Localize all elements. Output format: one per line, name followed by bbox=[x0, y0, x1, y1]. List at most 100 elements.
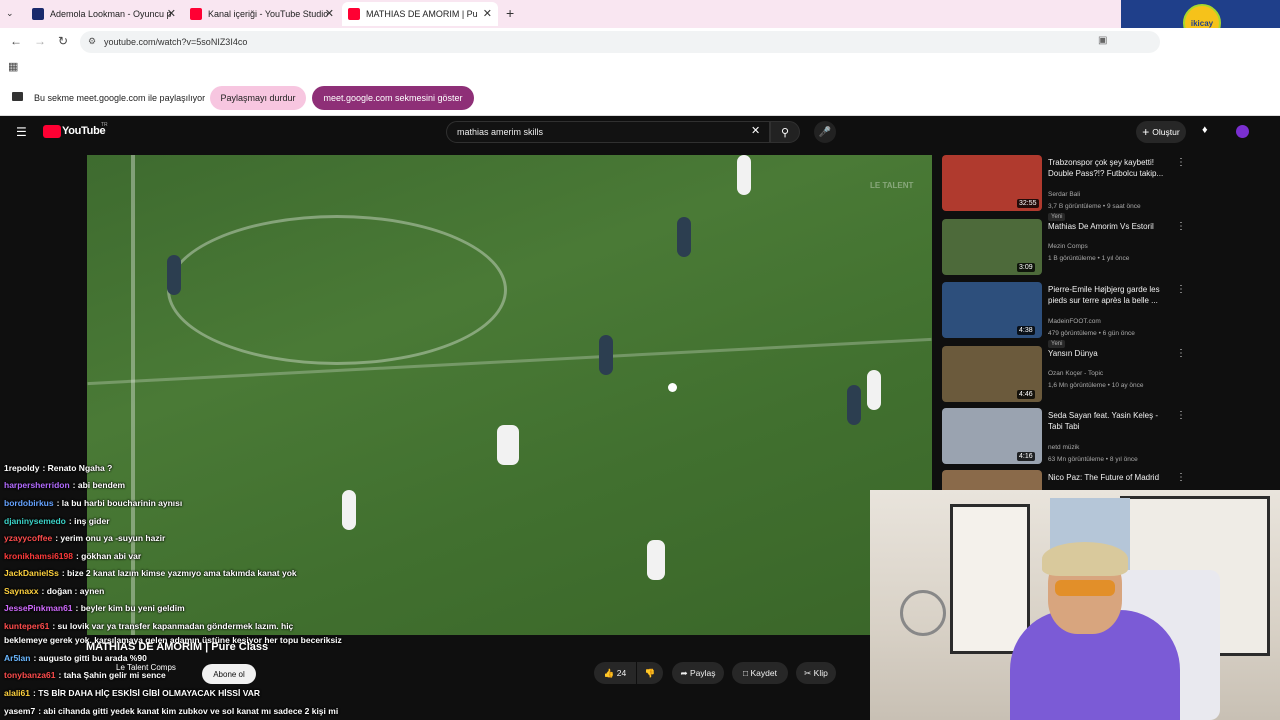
chat-username: djaninysemedo bbox=[4, 516, 66, 526]
youtube-icon bbox=[348, 8, 360, 20]
sofascore-icon bbox=[32, 8, 44, 20]
recommended-video-title[interactable]: Pierre-Emile Højbjerg garde les pieds su… bbox=[1048, 284, 1174, 306]
youtube-logo-text[interactable]: YouTube bbox=[62, 125, 106, 137]
search-input[interactable]: mathias amerim skills bbox=[446, 121, 770, 143]
player bbox=[867, 370, 881, 410]
recommended-meta: 479 görüntüleme • 6 gün önce bbox=[1048, 330, 1135, 337]
scissors-icon: ✂ bbox=[804, 667, 812, 678]
youtube-logo-icon[interactable] bbox=[43, 125, 61, 138]
ikicay-logo-text: ikicay bbox=[1190, 18, 1214, 28]
more-options-icon[interactable]: ⋮ bbox=[1176, 284, 1186, 295]
recommended-video[interactable]: 4:38 Pierre-Emile Højbjerg garde les pied… bbox=[940, 282, 1190, 348]
stop-sharing-button[interactable]: Paylaşmayı durdur bbox=[210, 86, 306, 110]
chat-username: kronikhamsi6198 bbox=[4, 551, 73, 561]
more-options-icon[interactable]: ⋮ bbox=[1176, 157, 1186, 168]
chat-username: bordobirkus bbox=[4, 498, 54, 508]
recommended-video[interactable]: 4:16 Seda Sayan feat. Yasin Keleş - Tabi … bbox=[940, 408, 1190, 468]
site-info-icon[interactable]: ⚙ bbox=[88, 36, 96, 47]
chat-message: harpersherridon: abi bendem bbox=[4, 480, 125, 490]
clear-search-icon[interactable]: ✕ bbox=[751, 124, 760, 137]
more-options-icon[interactable]: ⋮ bbox=[1176, 348, 1186, 359]
close-icon[interactable]: ✕ bbox=[325, 7, 334, 20]
channel-name[interactable]: Le Talent Comps bbox=[116, 663, 176, 672]
url-field[interactable]: ⚙ youtube.com/watch?v=5soNIZ3I4co ▣ bbox=[80, 31, 1160, 53]
close-icon[interactable]: ✕ bbox=[483, 7, 492, 20]
search-button[interactable]: ⚲ bbox=[770, 121, 800, 143]
more-options-icon[interactable]: ⋮ bbox=[1176, 221, 1186, 232]
clip-button[interactable]: ✂ Klip bbox=[796, 662, 836, 684]
share-icon: ➦ bbox=[680, 667, 688, 678]
dislike-icon: 👎 bbox=[644, 667, 656, 678]
chat-message: alali61: TS BİR DAHA HİÇ ESKİSİ GİBİ OLM… bbox=[4, 688, 260, 698]
recommended-channel[interactable]: netd müzik bbox=[1048, 444, 1079, 451]
streamer-hair bbox=[1042, 542, 1128, 576]
subscribe-button[interactable]: Abone ol bbox=[202, 664, 256, 684]
recommended-meta: 1,6 Mn görüntüleme • 10 ay önce bbox=[1048, 382, 1144, 389]
recommended-video[interactable]: 4:46 Yansın Dünya Ozan Koçer - Topic 1,6 Mn… bbox=[940, 346, 1190, 406]
url-text: youtube.com/watch?v=5soNIZ3I4co bbox=[104, 37, 248, 47]
recommended-channel[interactable]: MadeinFOOT.com bbox=[1048, 318, 1101, 325]
avatar[interactable] bbox=[1236, 125, 1249, 138]
forward-icon[interactable]: → bbox=[34, 34, 46, 48]
chat-message: Ar5lan: augusto gitti bu arada %90 bbox=[4, 653, 147, 663]
chat-username: JackDanielSs bbox=[4, 568, 59, 578]
recommended-video[interactable]: 3:09 Mathias De Amorim Vs Estoril Mezin Co… bbox=[940, 219, 1190, 279]
create-button[interactable]: + Oluştur bbox=[1136, 121, 1186, 143]
voice-search-icon[interactable]: 🎤 bbox=[814, 121, 836, 143]
chat-username: tonybanza61 bbox=[4, 670, 56, 680]
recommended-video-title[interactable]: Nico Paz: The Future of Madrid bbox=[1048, 472, 1174, 483]
tab-list-chevron-icon[interactable]: ⌄ bbox=[6, 8, 14, 19]
recommended-video-title[interactable]: Trabzonspor çok şey kaybetti! Double Pas… bbox=[1048, 157, 1174, 179]
clip-label: Klip bbox=[813, 668, 828, 678]
recommended-video[interactable]: 32:55 Trabzonspor çok şey kaybetti! Doubl… bbox=[940, 155, 1190, 221]
player bbox=[167, 255, 181, 295]
like-button[interactable]: 👍 24 bbox=[594, 662, 636, 684]
chat-username: 1repoldy bbox=[4, 463, 40, 473]
player bbox=[677, 217, 691, 257]
back-icon[interactable]: ← bbox=[10, 34, 22, 48]
chat-text: : su lovik var ya transfer kapanmadan gö… bbox=[52, 621, 294, 631]
reload-icon[interactable]: ↻ bbox=[58, 34, 68, 48]
recommended-video-title[interactable]: Seda Sayan feat. Yasin Keleş - Tabi Tabi bbox=[1048, 410, 1174, 432]
apps-grid-icon[interactable]: ▦ bbox=[8, 60, 18, 73]
chat-overlay: 1repoldy: Renato Ngaha ? harpersherridon:… bbox=[0, 460, 360, 720]
tab-2[interactable]: Kanal içeriği - YouTube Studio ✕ bbox=[184, 2, 340, 26]
close-icon[interactable]: ✕ bbox=[167, 7, 176, 20]
webcam-overlay bbox=[870, 490, 1280, 720]
chat-text: : TS BİR DAHA HİÇ ESKİSİ GİBİ OLMAYACAK … bbox=[33, 688, 261, 698]
search-icon: ⚲ bbox=[780, 126, 790, 139]
bookmarks-bar: ▦ bbox=[0, 56, 1280, 78]
tab-1[interactable]: Ademola Lookman - Oyuncu p ✕ bbox=[26, 2, 182, 26]
chat-text: : abi bendem bbox=[72, 480, 126, 490]
new-tab-icon[interactable]: + bbox=[506, 5, 514, 21]
player bbox=[497, 425, 519, 465]
recommended-channel[interactable]: Serdar Bali bbox=[1048, 191, 1080, 198]
more-options-icon[interactable]: ⋮ bbox=[1176, 472, 1186, 483]
video-title: MATHIAS DE AMORIM | Pure Class bbox=[86, 641, 269, 653]
chat-message: Saynaxx: doğan : aynen bbox=[4, 586, 104, 596]
tab-3[interactable]: MATHIAS DE AMORIM | Pu ✕ bbox=[342, 2, 498, 26]
save-button[interactable]: □ Kaydet bbox=[732, 662, 788, 684]
share-button[interactable]: ➦ Paylaş bbox=[672, 662, 724, 684]
chat-username: Ar5lan bbox=[4, 653, 31, 663]
tab-2-label: Kanal içeriği - YouTube Studio bbox=[208, 9, 329, 19]
show-meet-tab-button[interactable]: meet.google.com sekmesini göster bbox=[312, 86, 474, 110]
tab-bar: ⌄ Ademola Lookman - Oyuncu p ✕ Kanal içe… bbox=[0, 0, 1280, 28]
chat-message: 1repoldy: Renato Ngaha ? bbox=[4, 463, 112, 473]
chat-message: djaninysemedo: inş gider bbox=[4, 516, 110, 526]
recommended-video-title[interactable]: Mathias De Amorim Vs Estoril bbox=[1048, 221, 1174, 232]
menu-icon[interactable]: ☰ bbox=[16, 125, 27, 139]
notifications-bell-icon[interactable]: ♦ bbox=[1202, 124, 1208, 136]
chat-text: : Renato Ngaha ? bbox=[42, 463, 113, 473]
chat-message: kronikhamsi6198: gökhan abi var bbox=[4, 551, 141, 561]
recommended-channel[interactable]: Mezin Comps bbox=[1048, 243, 1088, 250]
recommended-video-title[interactable]: Yansın Dünya bbox=[1048, 348, 1174, 359]
more-options-icon[interactable]: ⋮ bbox=[1176, 410, 1186, 421]
dislike-button[interactable]: 👎 bbox=[637, 662, 663, 684]
screen-share-icon bbox=[12, 92, 23, 101]
recommended-channel[interactable]: Ozan Koçer - Topic bbox=[1048, 370, 1103, 377]
duration-badge: 4:16 bbox=[1017, 452, 1035, 461]
orange-glasses bbox=[1055, 580, 1115, 596]
recommended-meta: 3,7 B görüntüleme • 9 saat önce bbox=[1048, 203, 1141, 210]
cast-icon[interactable]: ▣ bbox=[1098, 35, 1107, 46]
